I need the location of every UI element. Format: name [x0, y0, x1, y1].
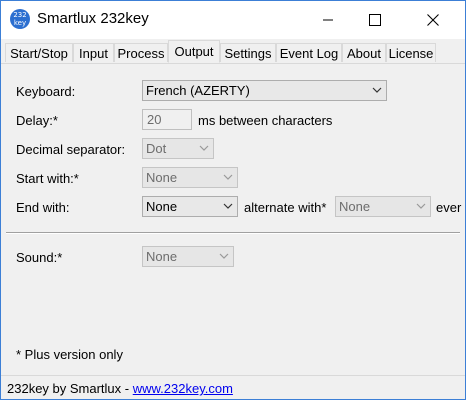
status-text: 232key by Smartlux - www.232key.com	[7, 381, 233, 396]
output-panel: Keyboard: French (AZERTY) Delay:* 20 ms …	[1, 64, 465, 374]
tab-output[interactable]: Output	[168, 40, 220, 63]
end-with-select[interactable]: None	[142, 196, 238, 217]
tab-input[interactable]: Input	[73, 43, 114, 62]
chevron-down-icon	[223, 203, 233, 209]
chevron-down-icon	[223, 174, 233, 180]
status-bar: 232key by Smartlux - www.232key.com	[1, 375, 465, 399]
end-with-value: None	[146, 199, 178, 214]
delay-suffix: ms between characters	[198, 113, 333, 128]
tab-event-log[interactable]: Event Log	[276, 43, 342, 62]
maximize-button[interactable]	[352, 1, 398, 39]
window-title: Smartlux 232key	[37, 10, 149, 27]
delay-field[interactable]: 20	[142, 109, 192, 130]
decimal-separator-select[interactable]: Dot	[142, 138, 214, 159]
website-link[interactable]: www.232key.com	[133, 381, 233, 396]
start-with-value: None	[146, 170, 178, 185]
decimal-separator-label: Decimal separator:	[16, 142, 126, 157]
alternate-with-label: alternate with*	[244, 200, 327, 215]
app-icon: 232 key	[10, 9, 30, 29]
minimize-button[interactable]	[305, 1, 351, 39]
tab-about[interactable]: About	[342, 43, 386, 62]
close-button[interactable]	[410, 1, 456, 39]
tab-process[interactable]: Process	[114, 43, 168, 62]
sound-select[interactable]: None	[142, 246, 234, 267]
maximize-icon	[369, 14, 381, 26]
app-window: 232 key Smartlux 232key Start/Stop Input…	[0, 0, 466, 400]
chevron-down-icon	[372, 87, 382, 93]
plus-version-note: * Plus version only	[16, 347, 123, 362]
alternate-with-value: None	[339, 199, 371, 214]
title-bar[interactable]: 232 key Smartlux 232key	[1, 1, 465, 39]
keyboard-label: Keyboard:	[16, 84, 76, 99]
decimal-separator-value: Dot	[146, 141, 167, 156]
end-with-label: End with:	[16, 200, 70, 215]
minimize-icon	[323, 19, 333, 21]
keyboard-select[interactable]: French (AZERTY)	[142, 80, 387, 101]
chevron-down-icon	[219, 253, 229, 259]
chevron-down-icon	[416, 203, 426, 209]
start-with-label: Start with:*	[16, 171, 79, 186]
tab-license[interactable]: License	[386, 43, 436, 62]
start-with-select[interactable]: None	[142, 167, 238, 188]
status-prefix: 232key by Smartlux -	[7, 381, 133, 396]
tab-settings[interactable]: Settings	[220, 43, 276, 62]
tab-start-stop[interactable]: Start/Stop	[5, 43, 73, 62]
alternate-with-select[interactable]: None	[335, 196, 431, 217]
sound-label: Sound:*	[16, 250, 63, 265]
chevron-down-icon	[199, 145, 209, 151]
keyboard-select-value: French (AZERTY)	[146, 83, 250, 98]
every-label: ever	[436, 200, 462, 215]
tab-strip: Start/Stop Input Process Output Settings…	[1, 39, 465, 64]
section-divider	[6, 232, 460, 234]
sound-value: None	[146, 249, 178, 264]
close-icon	[427, 14, 439, 26]
delay-label: Delay:*	[16, 113, 58, 128]
